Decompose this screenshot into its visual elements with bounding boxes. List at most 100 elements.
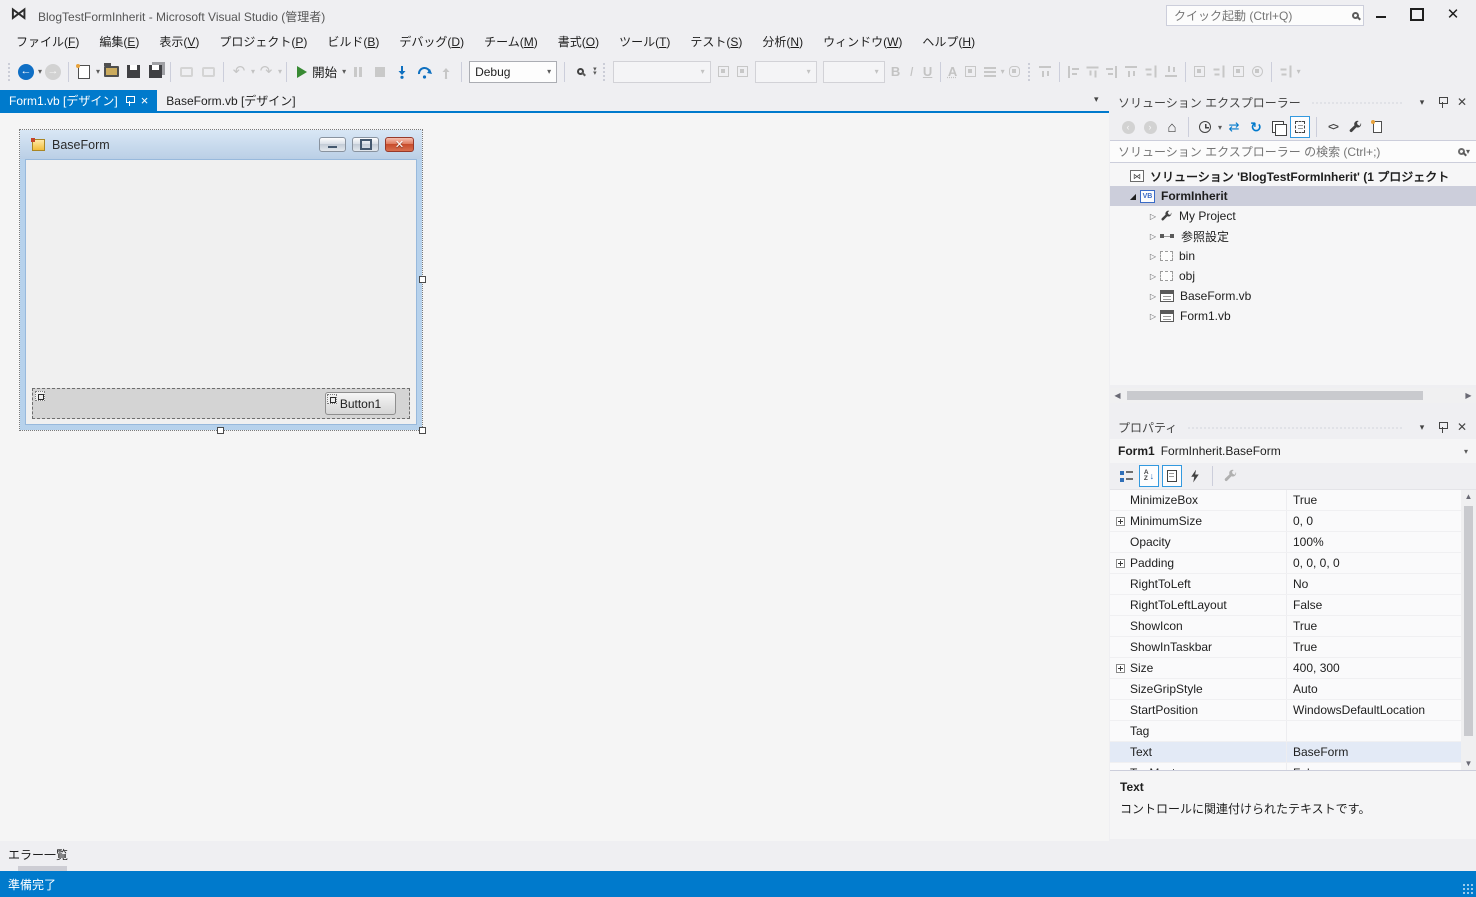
align-centers-icon[interactable]: [1086, 66, 1099, 77]
scrollbar-thumb[interactable]: [1464, 506, 1473, 736]
resize-handle-bottom[interactable]: [217, 427, 224, 434]
property-row[interactable]: RightToLeftLayout False: [1110, 595, 1461, 616]
view-code-icon[interactable]: <>: [1323, 116, 1343, 138]
align-middles-icon[interactable]: [1145, 65, 1157, 78]
redo-icon[interactable]: ↷: [256, 60, 276, 84]
object-dropdown-icon[interactable]: ▾: [1464, 447, 1468, 456]
home-icon[interactable]: ⌂: [1162, 116, 1182, 138]
start-dropdown-icon[interactable]: ▾: [342, 67, 346, 76]
toolbar-options-icon[interactable]: ▾ ▾: [593, 66, 597, 77]
resize-handle-right[interactable]: [419, 276, 426, 283]
expand-icon[interactable]: [1110, 516, 1130, 526]
scroll-right-icon[interactable]: ▶: [1461, 391, 1476, 400]
collapse-all-icon[interactable]: [1268, 116, 1288, 138]
refresh-icon[interactable]: ↻: [1246, 116, 1266, 138]
comment-prev-icon[interactable]: [176, 60, 196, 84]
font-color-icon[interactable]: A: [945, 64, 961, 79]
menu-item[interactable]: チーム(M): [474, 30, 548, 55]
bounds-icon[interactable]: [717, 66, 729, 77]
spacing-dropdown-icon[interactable]: ▾: [1297, 67, 1301, 76]
property-row[interactable]: Text BaseForm: [1110, 742, 1461, 763]
scrollbar-thumb[interactable]: [1127, 391, 1423, 400]
properties-view-icon[interactable]: [1162, 465, 1182, 487]
preview-selected-items-icon[interactable]: [1367, 116, 1387, 138]
tree-item[interactable]: ◢ FormInherit: [1110, 186, 1476, 206]
resize-handle-bottom-right[interactable]: [419, 427, 426, 434]
bring-to-front-icon[interactable]: [736, 66, 748, 77]
new-file-dropdown-icon[interactable]: ▾: [96, 67, 100, 76]
property-row[interactable]: ShowIcon True: [1110, 616, 1461, 637]
property-row[interactable]: Tag: [1110, 721, 1461, 742]
align-tops-icon[interactable]: [1124, 66, 1137, 77]
scroll-left-icon[interactable]: ◀: [1110, 391, 1125, 400]
chevron-collapsed-icon[interactable]: ▷: [1146, 252, 1160, 261]
property-row[interactable]: Padding 0, 0, 0, 0: [1110, 553, 1461, 574]
fill-color-icon[interactable]: [964, 66, 976, 77]
property-row[interactable]: RightToLeft No: [1110, 574, 1461, 595]
zoom-combo[interactable]: ▾: [822, 60, 885, 83]
text-align-icon[interactable]: [983, 66, 996, 77]
chevron-collapsed-icon[interactable]: ▷: [1146, 272, 1160, 281]
property-row[interactable]: MinimizeBox True: [1110, 490, 1461, 511]
solution-explorer-search[interactable]: ▾: [1110, 140, 1476, 163]
object-selector-combo[interactable]: Form1 FormInherit.BaseForm ▾: [1110, 439, 1476, 463]
back-icon[interactable]: ‹: [1118, 116, 1138, 138]
menu-item[interactable]: デバッグ(D): [389, 30, 474, 55]
toolbar-grip[interactable]: [601, 61, 607, 82]
close-icon[interactable]: ✕: [1454, 94, 1470, 110]
italic-icon[interactable]: I: [904, 64, 920, 79]
make-same-size-icon[interactable]: [1232, 66, 1244, 77]
error-list-tab[interactable]: エラー一覧: [8, 846, 68, 863]
property-row[interactable]: TopMostFalse: [1110, 763, 1461, 770]
vertical-scrollbar[interactable]: ▲ ▼: [1461, 490, 1476, 770]
window-close-button[interactable]: ✕: [1438, 0, 1468, 28]
menu-item[interactable]: 編集(E): [89, 30, 149, 55]
solution-explorer-header[interactable]: ソリューション エクスプローラー ▾ ✕: [1110, 90, 1476, 114]
snap-to-grid-icon[interactable]: [1038, 66, 1051, 77]
menu-item[interactable]: ヘルプ(H): [912, 30, 985, 55]
unlink-icon[interactable]: [1008, 66, 1020, 77]
pin-icon[interactable]: [1434, 419, 1450, 435]
make-same-height-icon[interactable]: [1213, 65, 1225, 78]
navigate-back-dropdown-icon[interactable]: ▾: [38, 67, 42, 76]
menu-item[interactable]: 表示(V): [149, 30, 209, 55]
tree-item[interactable]: ▷ My Project: [1110, 206, 1476, 226]
button1[interactable]: Button1: [325, 392, 396, 415]
show-all-files-icon[interactable]: [1290, 116, 1311, 138]
window-position-dropdown-icon[interactable]: ▾: [1414, 419, 1430, 435]
property-row[interactable]: MinimumSize 0, 0: [1110, 511, 1461, 532]
switch-views-icon[interactable]: ⇄: [1224, 116, 1244, 138]
inherited-panel[interactable]: Button1: [32, 388, 410, 419]
tree-item[interactable]: ▷ Form1.vb: [1110, 306, 1476, 326]
scroll-down-icon[interactable]: ▼: [1461, 759, 1476, 768]
property-pages-icon[interactable]: [1220, 465, 1240, 487]
pause-icon[interactable]: [348, 60, 368, 84]
undo-icon[interactable]: ↶: [229, 60, 249, 84]
navigate-forward-icon[interactable]: →: [43, 60, 63, 84]
quick-launch-box[interactable]: [1166, 5, 1364, 26]
categorized-icon[interactable]: [1116, 465, 1136, 487]
chevron-collapsed-icon[interactable]: ▷: [1146, 312, 1160, 321]
align-lefts-icon[interactable]: [1067, 65, 1079, 78]
expand-icon[interactable]: [1110, 558, 1130, 568]
tree-item[interactable]: ▷ bin: [1110, 246, 1476, 266]
step-into-icon[interactable]: [392, 60, 412, 84]
toolbar-grip[interactable]: [7, 61, 12, 82]
designed-form[interactable]: BaseForm ✕ Button1: [19, 129, 426, 434]
properties-wrench-icon[interactable]: [1345, 116, 1365, 138]
font-name-combo[interactable]: ▾: [612, 60, 711, 83]
find-in-files-icon[interactable]: [570, 60, 590, 84]
menu-item[interactable]: ウィンドウ(W): [813, 30, 912, 55]
menu-item[interactable]: 分析(N): [752, 30, 813, 55]
start-debug-button[interactable]: 開始 ▾: [297, 60, 346, 84]
resize-grip[interactable]: [1462, 883, 1474, 895]
tree-item[interactable]: ▷ obj: [1110, 266, 1476, 286]
filter-dropdown-icon[interactable]: ▾: [1218, 123, 1222, 132]
events-icon[interactable]: [1185, 465, 1205, 487]
menu-item[interactable]: 書式(O): [548, 30, 609, 55]
menu-item[interactable]: ビルド(B): [317, 30, 389, 55]
quick-launch-input[interactable]: [1174, 8, 1352, 23]
step-over-icon[interactable]: [414, 60, 434, 84]
property-row[interactable]: Opacity 100%: [1110, 532, 1461, 553]
property-row[interactable]: StartPosition WindowsDefaultLocation: [1110, 700, 1461, 721]
